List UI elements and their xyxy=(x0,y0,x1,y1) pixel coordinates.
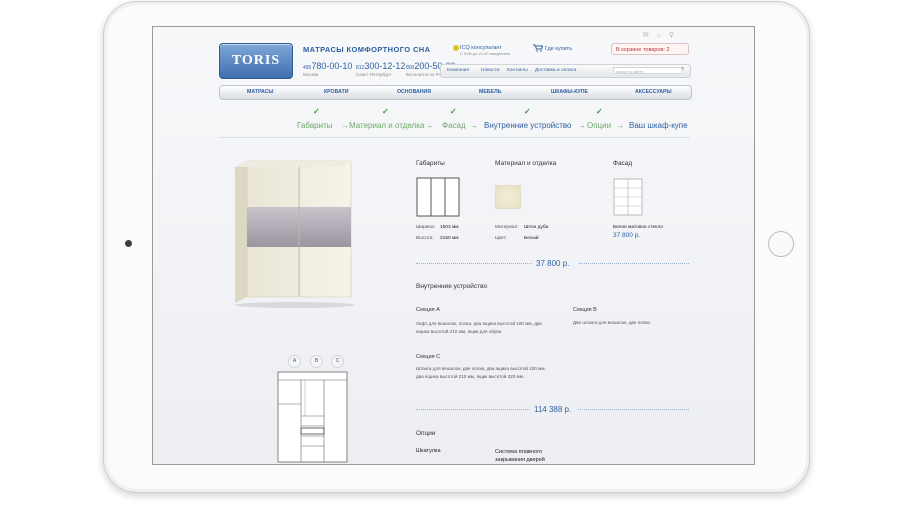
home-button[interactable] xyxy=(768,231,794,257)
color-label: Цвет: xyxy=(495,236,508,241)
phone-moscow: 495780-00-10 Москва xyxy=(303,61,353,77)
web-page: ✉⌂⚲ TORIS МАТРАСЫ КОМФОРТНОГО СНА 495780… xyxy=(153,27,754,464)
nav-furniture[interactable]: МЕБЕЛЬ xyxy=(479,86,501,99)
facade-price: 37 800 р. xyxy=(613,232,641,239)
cart-icon xyxy=(533,44,543,52)
color-value: Белый xyxy=(524,236,539,241)
height-label: Высота: xyxy=(416,236,434,241)
facade-thumbnail xyxy=(613,178,643,216)
search-go-icon[interactable]: » xyxy=(681,66,684,72)
check-icon: ✓ xyxy=(450,107,457,116)
view-b-button[interactable]: B xyxy=(310,355,323,368)
step-facade[interactable]: Фасад xyxy=(442,121,466,130)
check-icon: ✓ xyxy=(382,107,389,116)
dotted-divider xyxy=(578,409,689,410)
nav-wardrobes[interactable]: ШКАФЫ-КУПЕ xyxy=(551,86,588,99)
arrow-right-icon: → xyxy=(578,121,586,130)
dotted-divider xyxy=(416,263,532,264)
interior-title: Внутренние устройство xyxy=(416,283,488,290)
step-options[interactable]: Опции xyxy=(587,121,611,130)
tagline: МАТРАСЫ КОМФОРТНОГО СНА xyxy=(303,45,431,54)
camera-icon xyxy=(125,240,132,247)
step-dimensions[interactable]: Габариты xyxy=(297,121,333,130)
width-value: 1503 мм xyxy=(440,225,459,230)
interior-total-price: 114 388 р. xyxy=(534,405,572,414)
width-label: Ширина: xyxy=(416,225,436,230)
step-your-wardrobe[interactable]: Ваш шкаф-купе xyxy=(629,121,688,130)
dims-thumbnail xyxy=(416,177,460,217)
arrow-right-icon: → xyxy=(341,121,349,130)
main-nav: МАТРАСЫ КРОВАТИ ОСНОВАНИЯ МЕБЕЛЬ ШКАФЫ-К… xyxy=(219,85,692,100)
phone-spb: 812300-12-12 Санкт-Петербург xyxy=(356,61,406,77)
facade-name: Белое матовое стекло xyxy=(613,225,663,230)
section-a-text: Лифт для вешалок, полка, два ящика высот… xyxy=(416,321,542,334)
material-label: Материал: xyxy=(495,225,519,230)
check-icon: ✓ xyxy=(596,107,603,116)
view-c-button[interactable]: C xyxy=(331,355,344,368)
search-input[interactable]: поиск по сайту xyxy=(613,67,683,74)
dotted-divider xyxy=(416,409,530,410)
facade-title: Фасад xyxy=(613,160,633,167)
topnav-company[interactable]: Компания xyxy=(447,65,469,77)
where-to-buy-link[interactable]: Где купить xyxy=(545,46,572,52)
step-material[interactable]: Материал и отделка xyxy=(349,121,424,130)
nav-accessories[interactable]: АКСЕССУАРЫ xyxy=(635,86,672,99)
dotted-divider xyxy=(579,263,689,264)
top-utility-icons[interactable]: ✉⌂⚲ xyxy=(643,31,682,39)
logo[interactable]: TORIS xyxy=(219,43,293,79)
arrow-right-icon: → xyxy=(616,121,624,130)
screen: ✉⌂⚲ TORIS МАТРАСЫ КОМФОРТНОГО СНА 495780… xyxy=(152,26,755,465)
cart-status[interactable]: В корзине товаров: 2 xyxy=(611,43,689,55)
icq-icon xyxy=(453,45,459,51)
options-title: Опции xyxy=(416,430,436,437)
arrow-right-icon: → xyxy=(470,121,478,130)
check-icon: ✓ xyxy=(524,107,531,116)
material-value: Шпон дуба xyxy=(524,225,549,230)
section-b-text: Две штанги для вешалок, две полки xyxy=(573,320,650,325)
top-nav: Компания Новости Контакты Доставка и опл… xyxy=(440,64,691,78)
check-icon: ✓ xyxy=(313,107,320,116)
topnav-delivery[interactable]: Доставка и оплата xyxy=(535,65,576,77)
nav-mattresses[interactable]: МАТРАСЫ xyxy=(247,86,273,99)
arrow-right-icon: → xyxy=(425,121,433,130)
topnav-news[interactable]: Новости xyxy=(481,65,500,77)
section-c-title: Секция C xyxy=(416,354,441,360)
subtotal-price: 37 800 р. xyxy=(536,259,570,268)
view-a-button[interactable]: A xyxy=(288,355,301,368)
section-c-text: Штанга для вешалок, две полки, два ящика… xyxy=(416,366,546,379)
interior-plan-drawing xyxy=(277,371,348,463)
wardrobe-image xyxy=(235,160,355,308)
section-a-title: Секция A xyxy=(416,307,440,313)
section-b-title: Секция B xyxy=(573,307,597,313)
divider xyxy=(219,137,690,138)
height-value: 2150 мм xyxy=(440,236,459,241)
material-title: Материал и отделка xyxy=(495,160,557,167)
dims-title: Габариты xyxy=(416,160,445,167)
option-item[interactable]: Система плавного закрывания дверей xyxy=(495,448,563,464)
option-item[interactable]: Шкатулка xyxy=(416,448,441,454)
topnav-contacts[interactable]: Контакты xyxy=(507,65,528,77)
material-swatch xyxy=(495,185,521,209)
logo-text: TORIS xyxy=(231,53,281,68)
nav-bases[interactable]: ОСНОВАНИЯ xyxy=(397,86,431,99)
step-interior[interactable]: Внутренние устройство xyxy=(484,121,572,130)
icq-consultant-link[interactable]: ICQ консультант С 9:00 до 21:00 ежедневно xyxy=(460,45,510,56)
nav-beds[interactable]: КРОВАТИ xyxy=(324,86,348,99)
